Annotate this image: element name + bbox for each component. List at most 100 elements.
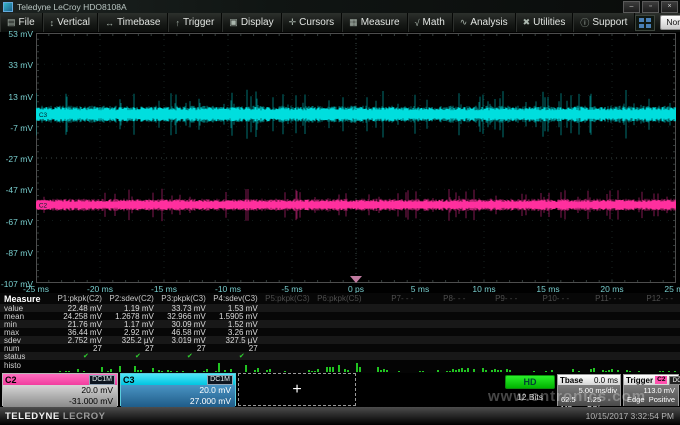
scope-grid: C3 C2: [36, 33, 676, 283]
histo-row: histo: [0, 360, 680, 373]
status-check-p2: ✔: [109, 352, 161, 360]
histogram-sparklines: [57, 360, 677, 372]
scope-grid-svg: C3 C2: [36, 33, 676, 291]
support-menu-icon: ⓘ: [580, 16, 589, 29]
channel-descriptor-c2[interactable]: C2 DC1M 20.0 mV -31.000 mV: [2, 373, 118, 406]
analysis-menu-icon: ∿: [460, 17, 468, 28]
menu-item-display[interactable]: ▣Display: [222, 13, 281, 32]
parameter-header-p4[interactable]: P4:sdev(C3): [213, 294, 265, 303]
channel-header-c2: C2 DC1M: [3, 374, 117, 385]
menu-item-math[interactable]: √Math: [408, 13, 453, 32]
window-controls: – ▫ ×: [623, 1, 680, 13]
brand-teledyne: TELEDYNE: [5, 411, 60, 422]
voltage-label: -7 mV: [0, 123, 33, 133]
menu-item-trigger[interactable]: ↑Trigger: [168, 13, 222, 32]
trigger-level: 113.0 mV: [627, 386, 675, 395]
menu-item-support[interactable]: ⓘSupport: [573, 13, 635, 32]
trigger-label: Trigger: [626, 376, 653, 385]
trigger-slope: Positive: [649, 395, 675, 404]
svg-text:C3: C3: [39, 112, 48, 119]
parameter-header-p8[interactable]: P8- - -: [420, 294, 472, 303]
menu-item-utilities[interactable]: ✖Utilities: [516, 13, 574, 32]
channel-marker-c3[interactable]: C3: [37, 110, 50, 119]
menu-item-label: File: [19, 17, 35, 28]
menu-item-label: Timebase: [117, 17, 161, 28]
parameter-header-p10[interactable]: P10- - -: [524, 294, 576, 303]
brand-lecroy: LECROY: [63, 411, 106, 422]
hd-mode-badge[interactable]: HD: [505, 375, 555, 389]
status-check-p3: ✔: [161, 352, 213, 360]
menu-item-label: Display: [241, 17, 274, 28]
math-menu-icon: √: [415, 18, 420, 28]
waveform-display: 53 mV33 mV13 mV-7 mV-27 mV-47 mV-67 mV-8…: [0, 32, 680, 293]
parameter-header-p2[interactable]: P2:sdev(C2): [109, 294, 161, 303]
vertical-scale-c2: 20.0 mV: [3, 385, 113, 396]
parameter-header-p1[interactable]: P1:pkpk(C2): [57, 294, 109, 303]
footer-bar: TELEDYNE LECROY 10/15/2017 3:32:54 PM: [0, 407, 680, 425]
close-button[interactable]: ×: [661, 1, 678, 13]
voltage-label: 53 mV: [0, 29, 33, 39]
timebase-menu-icon: ↔: [105, 18, 114, 28]
measure-menu-icon: ▦: [349, 17, 358, 28]
display-menu-icon: ▣: [229, 17, 238, 28]
minimize-button[interactable]: –: [623, 1, 640, 13]
svg-text:C2: C2: [39, 203, 48, 210]
channel-marker-c2[interactable]: C2: [37, 200, 50, 209]
parameter-header-p11[interactable]: P11- - -: [576, 294, 628, 303]
menu-item-label: Math: [423, 17, 445, 28]
plus-icon: +: [292, 381, 301, 399]
measure-row-status: status✔✔✔✔: [0, 352, 680, 360]
coupling-badge-c2: DC1M: [89, 375, 115, 385]
channel-id-c2: C2: [5, 375, 17, 385]
grid-layout-icon: [639, 18, 651, 28]
menu-item-analysis[interactable]: ∿Analysis: [453, 13, 516, 32]
trigger-descriptor[interactable]: Trigger C2 DC 113.0 mV Edge Positive: [623, 374, 679, 406]
parameter-header-p5[interactable]: P5:pkpk(C3): [265, 294, 317, 303]
menu-item-measure[interactable]: ▦Measure: [342, 13, 407, 32]
maximize-button[interactable]: ▫: [642, 1, 659, 13]
menu-items: ▤File↕Vertical↔Timebase↑Trigger▣Display✛…: [0, 13, 635, 32]
voltage-label: 33 mV: [0, 60, 33, 70]
timebase-scale: 5.00 ms/div: [561, 386, 617, 395]
menu-bar: ▤File↕Vertical↔Timebase↑Trigger▣Display✛…: [0, 13, 680, 32]
measure-title: Measure: [0, 294, 57, 304]
parameter-header-p7[interactable]: P7- - -: [369, 294, 421, 303]
measure-panel: MeasureP1:pkpk(C2)P2:sdev(C2)P3:pkpk(C3)…: [0, 293, 680, 373]
menu-item-cursors[interactable]: ✛Cursors: [282, 13, 343, 32]
file-menu-icon: ▤: [7, 17, 16, 28]
timebase-body: 5.00 ms/div 62.5 MS 1.25 GS/s: [558, 385, 620, 406]
voltage-label: 13 mV: [0, 92, 33, 102]
status-check-p1: ✔: [57, 352, 109, 360]
parameter-header-p6[interactable]: P6:pkpk(C5): [317, 294, 369, 303]
timebase-label: Tbase: [560, 376, 583, 385]
trigger-mode: Edge: [627, 395, 645, 404]
grid-layout-button[interactable]: [635, 15, 655, 31]
trigger-menu-icon: ↑: [175, 18, 180, 28]
voltage-label: -27 mV: [0, 154, 33, 164]
timebase-descriptor[interactable]: Tbase 0.0 ms 5.00 ms/div 62.5 MS 1.25 GS…: [557, 374, 621, 406]
menu-item-timebase[interactable]: ↔Timebase: [98, 13, 169, 32]
channel-id-c3: C3: [123, 375, 135, 385]
voltage-label: -47 mV: [0, 185, 33, 195]
channel-body-c3: 20.0 mV 27.000 mV: [121, 385, 235, 407]
menu-item-vertical[interactable]: ↕Vertical: [43, 13, 98, 32]
menu-item-label: Trigger: [183, 17, 214, 28]
parameter-header-p3[interactable]: P3:pkpk(C3): [161, 294, 213, 303]
trigger-header: Trigger C2 DC: [624, 375, 678, 385]
channel-descriptor-c3[interactable]: C3 DC1M 20.0 mV 27.000 mV: [120, 373, 236, 406]
parameter-header-p9[interactable]: P9- - -: [472, 294, 524, 303]
window-title: Teledyne LeCroy HDO8108A: [17, 2, 127, 12]
channel-body-c2: 20.0 mV -31.000 mV: [3, 385, 117, 407]
channel-header-c3: C3 DC1M: [121, 374, 235, 385]
vertical-scale-c3: 20.0 mV: [121, 385, 231, 396]
timestamp: 10/15/2017 3:32:54 PM: [586, 411, 680, 421]
parameter-header-p12[interactable]: P12- - -: [628, 294, 680, 303]
menu-item-label: Cursors: [299, 17, 334, 28]
descriptor-bar: C2 DC1M 20.0 mV -31.000 mV C3 DC1M 20.0 …: [0, 373, 680, 407]
add-channel-button[interactable]: +: [238, 373, 356, 406]
measure-row-num: num27272727: [0, 344, 680, 352]
trigger-position-marker[interactable]: [350, 276, 362, 283]
norm-button[interactable]: Norm: [660, 15, 680, 30]
trigger-coupling-badge: DC: [669, 376, 680, 385]
app-icon: [3, 2, 13, 12]
